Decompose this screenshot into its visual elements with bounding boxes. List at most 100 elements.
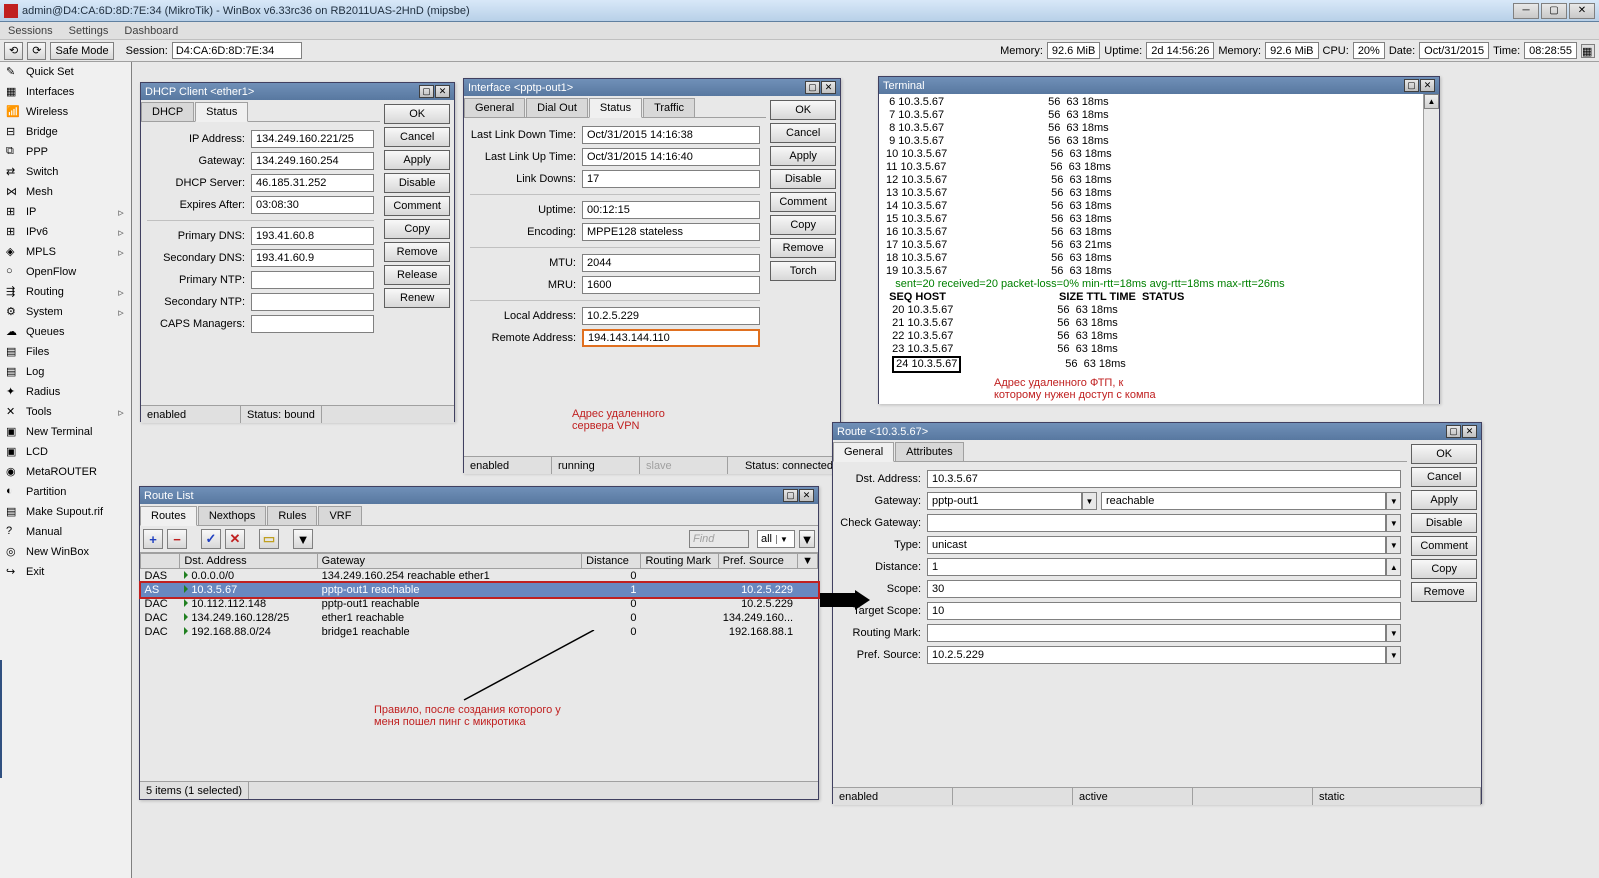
dhcp-close-icon[interactable]: ✕ bbox=[435, 85, 450, 98]
sidebar-item-log[interactable]: ▤Log bbox=[0, 362, 131, 382]
field[interactable]: Oct/31/2015 14:16:40 bbox=[582, 148, 760, 166]
table-row[interactable]: DAS0.0.0.0/0134.249.160.254 reachable et… bbox=[141, 569, 818, 584]
iface-tab-traffic[interactable]: Traffic bbox=[643, 98, 695, 117]
maximize-button[interactable]: ▢ bbox=[1541, 3, 1567, 19]
route-close-icon[interactable]: ✕ bbox=[1462, 425, 1477, 438]
comment-button[interactable]: Comment bbox=[770, 192, 836, 212]
remove-button[interactable]: Remove bbox=[770, 238, 836, 258]
sidebar-item-wireless[interactable]: 📶Wireless bbox=[0, 102, 131, 122]
ok-button[interactable]: OK bbox=[384, 104, 450, 124]
ok-button[interactable]: OK bbox=[1411, 444, 1477, 464]
sidebar-item-routing[interactable]: ⇶Routing▹ bbox=[0, 282, 131, 302]
sidebar-item-switch[interactable]: ⇄Switch bbox=[0, 162, 131, 182]
sidebar-item-make-supout.rif[interactable]: ▤Make Supout.rif bbox=[0, 502, 131, 522]
dhcp-tab-status[interactable]: Status bbox=[195, 102, 248, 122]
rl-tab-nexthops[interactable]: Nexthops bbox=[198, 506, 266, 525]
release-button[interactable]: Release bbox=[384, 265, 450, 285]
disable-icon[interactable]: ✕ bbox=[225, 529, 245, 549]
term-close-icon[interactable]: ✕ bbox=[1420, 79, 1435, 92]
field[interactable]: 46.185.31.252 bbox=[251, 174, 374, 192]
iface-max-icon[interactable]: ▢ bbox=[805, 81, 820, 94]
combo-btn[interactable]: ▼ bbox=[1386, 536, 1401, 554]
cancel-button[interactable]: Cancel bbox=[770, 123, 836, 143]
col-header[interactable] bbox=[141, 554, 180, 569]
comment-icon[interactable]: ▭ bbox=[259, 529, 279, 549]
iface-close-icon[interactable]: ✕ bbox=[821, 81, 836, 94]
sidebar-item-mesh[interactable]: ⋈Mesh bbox=[0, 182, 131, 202]
session-field[interactable]: D4:CA:6D:8D:7E:34 bbox=[172, 42, 302, 59]
field[interactable] bbox=[927, 514, 1386, 532]
torch-button[interactable]: Torch bbox=[770, 261, 836, 281]
col-header[interactable]: Distance bbox=[582, 554, 641, 569]
back-button[interactable]: ⟲ bbox=[4, 42, 23, 60]
field[interactable]: 10.2.5.229 bbox=[582, 307, 760, 325]
field[interactable]: 134.249.160.221/25 bbox=[251, 130, 374, 148]
field[interactable] bbox=[251, 315, 374, 333]
sidebar-item-partition[interactable]: ◐Partition bbox=[0, 482, 131, 502]
apply-button[interactable]: Apply bbox=[770, 146, 836, 166]
iface-tab-dialout[interactable]: Dial Out bbox=[526, 98, 588, 117]
field[interactable]: 193.41.60.9 bbox=[251, 249, 374, 267]
apply-button[interactable]: Apply bbox=[384, 150, 450, 170]
col-header[interactable]: Gateway bbox=[317, 554, 582, 569]
field[interactable]: 00:12:15 bbox=[582, 201, 760, 219]
rl-tab-rules[interactable]: Rules bbox=[267, 506, 317, 525]
sidebar-item-system[interactable]: ⚙System▹ bbox=[0, 302, 131, 322]
spin-btn[interactable]: ▲ bbox=[1386, 558, 1401, 576]
field[interactable]: 30 bbox=[927, 580, 1401, 598]
field[interactable]: Oct/31/2015 14:16:38 bbox=[582, 126, 760, 144]
sidebar-item-mpls[interactable]: ◈MPLS▹ bbox=[0, 242, 131, 262]
settings-icon[interactable]: ▦ bbox=[1581, 44, 1595, 58]
field[interactable]: pptp-out1 bbox=[927, 492, 1082, 510]
col-header[interactable]: Routing Mark bbox=[641, 554, 718, 569]
sidebar-item-ipv6[interactable]: ⊞IPv6▹ bbox=[0, 222, 131, 242]
field[interactable]: 1 bbox=[927, 558, 1386, 576]
apply-button[interactable]: Apply bbox=[1411, 490, 1477, 510]
sidebar-item-new-terminal[interactable]: ▣New Terminal bbox=[0, 422, 131, 442]
field[interactable]: 1600 bbox=[582, 276, 760, 294]
disable-button[interactable]: Disable bbox=[1411, 513, 1477, 533]
rl-max-icon[interactable]: ▢ bbox=[783, 489, 798, 502]
comment-button[interactable]: Comment bbox=[384, 196, 450, 216]
col-header[interactable]: Pref. Source bbox=[718, 554, 797, 569]
route-tab-attributes[interactable]: Attributes bbox=[895, 442, 963, 461]
routelist-table[interactable]: Dst. AddressGatewayDistanceRouting MarkP… bbox=[140, 553, 818, 639]
table-row[interactable]: AS10.3.5.67pptp-out1 reachable110.2.5.22… bbox=[141, 583, 818, 597]
comment-button[interactable]: Comment bbox=[1411, 536, 1477, 556]
col-header[interactable]: Dst. Address bbox=[180, 554, 317, 569]
dhcp-max-icon[interactable]: ▢ bbox=[419, 85, 434, 98]
close-button[interactable]: ✕ bbox=[1569, 3, 1595, 19]
dropdown-icon[interactable]: ▼ bbox=[799, 530, 815, 548]
field[interactable]: 03:08:30 bbox=[251, 196, 374, 214]
field[interactable]: 10 bbox=[927, 602, 1401, 620]
iface-tab-status[interactable]: Status bbox=[589, 98, 642, 118]
terminal-body[interactable]: ▲ 6 10.3.5.67 56 63 18ms 7 10.3.5.67 56 … bbox=[879, 94, 1439, 404]
safe-mode-button[interactable]: Safe Mode bbox=[50, 42, 113, 60]
term-max-icon[interactable]: ▢ bbox=[1404, 79, 1419, 92]
sidebar-item-ip[interactable]: ⊞IP▹ bbox=[0, 202, 131, 222]
cancel-button[interactable]: Cancel bbox=[384, 127, 450, 147]
field[interactable]: 10.3.5.67 bbox=[927, 470, 1401, 488]
field[interactable]: 2044 bbox=[582, 254, 760, 272]
sidebar-item-radius[interactable]: ✦Radius bbox=[0, 382, 131, 402]
sidebar-item-queues[interactable]: ☁Queues bbox=[0, 322, 131, 342]
menu-sessions[interactable]: Sessions bbox=[8, 25, 53, 37]
field[interactable]: unicast bbox=[927, 536, 1386, 554]
sidebar-item-quick-set[interactable]: ✎Quick Set bbox=[0, 62, 131, 82]
sidebar-item-openflow[interactable]: ○OpenFlow bbox=[0, 262, 131, 282]
renew-button[interactable]: Renew bbox=[384, 288, 450, 308]
sidebar-item-tools[interactable]: ✕Tools▹ bbox=[0, 402, 131, 422]
rl-close-icon[interactable]: ✕ bbox=[799, 489, 814, 502]
field[interactable]: 193.41.60.8 bbox=[251, 227, 374, 245]
disable-button[interactable]: Disable bbox=[384, 173, 450, 193]
table-row[interactable]: DAC134.249.160.128/25ether1 reachable013… bbox=[141, 611, 818, 625]
rl-tab-routes[interactable]: Routes bbox=[140, 506, 197, 526]
combo-btn[interactable]: ▼ bbox=[1386, 646, 1401, 664]
field2[interactable]: reachable bbox=[1101, 492, 1386, 510]
table-row[interactable]: DAC10.112.112.148pptp-out1 reachable010.… bbox=[141, 597, 818, 611]
copy-button[interactable]: Copy bbox=[770, 215, 836, 235]
copy-button[interactable]: Copy bbox=[1411, 559, 1477, 579]
remove-icon[interactable]: − bbox=[167, 529, 187, 549]
route-max-icon[interactable]: ▢ bbox=[1446, 425, 1461, 438]
field[interactable] bbox=[927, 624, 1386, 642]
